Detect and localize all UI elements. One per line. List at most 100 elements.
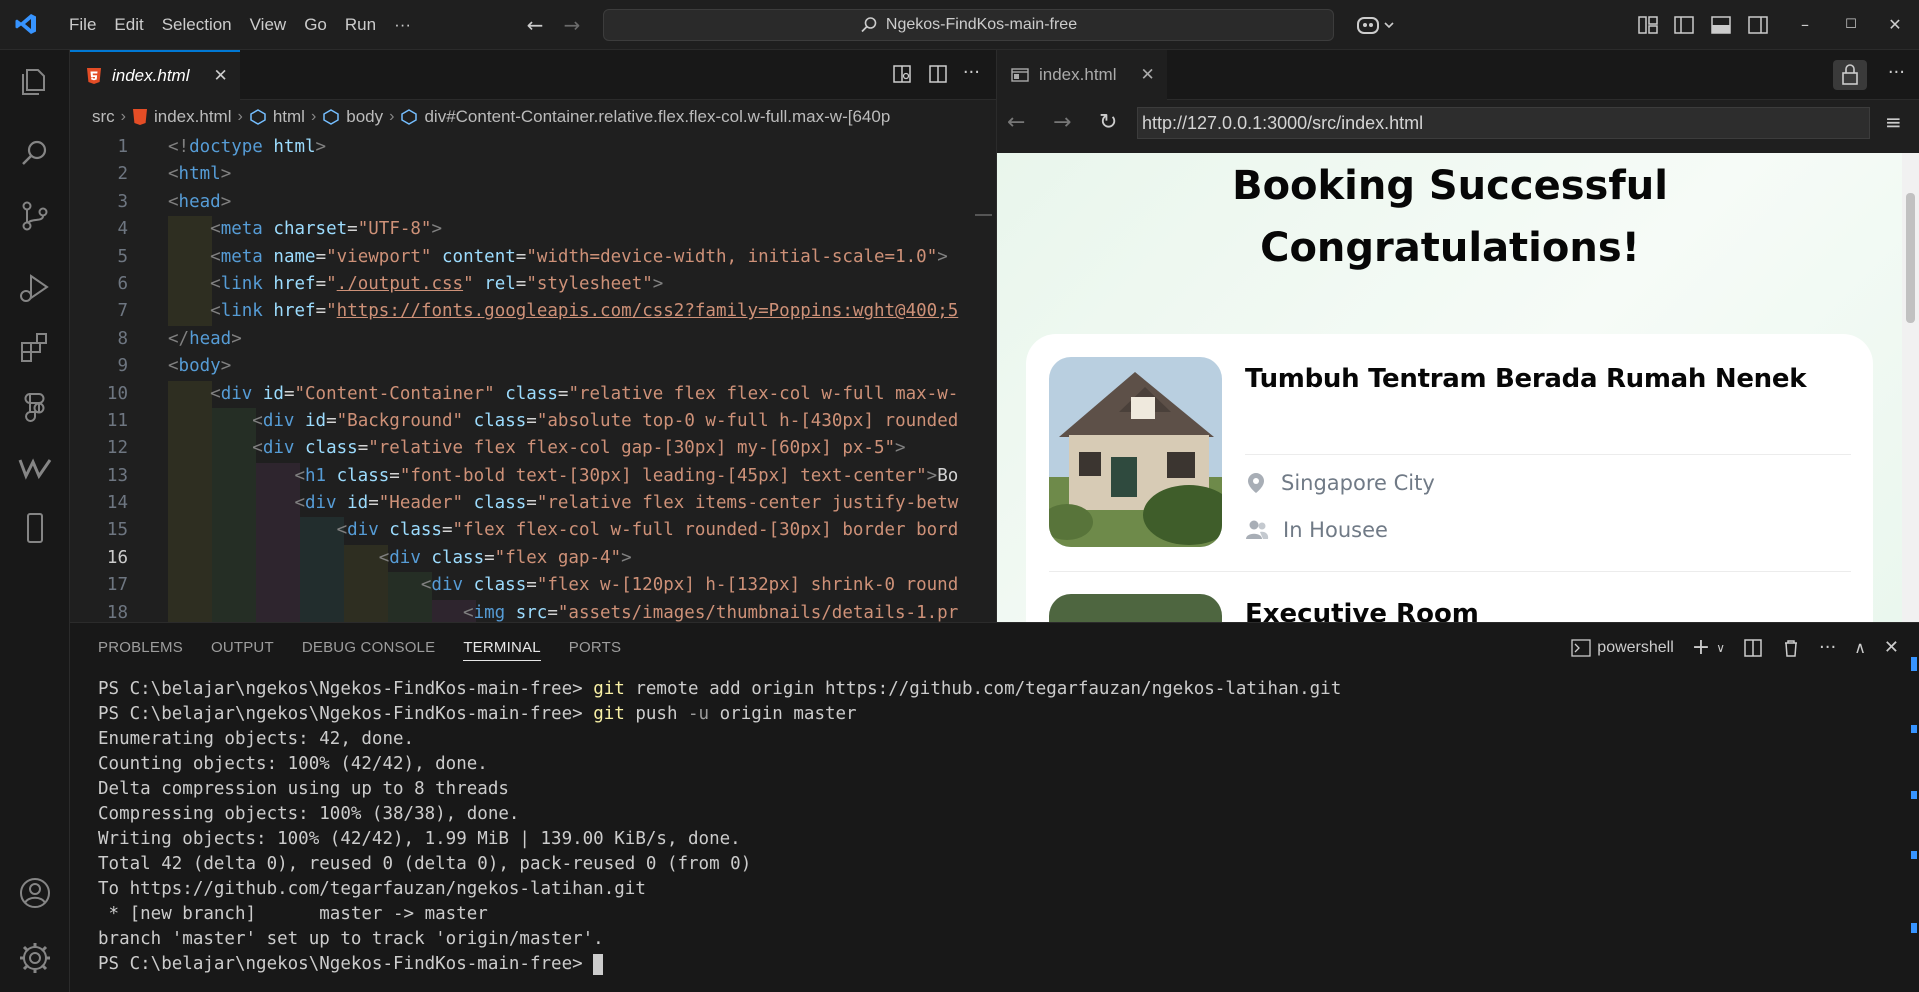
minimize-button[interactable]: – bbox=[1790, 10, 1820, 40]
code-line[interactable]: 2 <html> bbox=[70, 161, 996, 188]
room-thumbnail-image[interactable] bbox=[1049, 594, 1222, 622]
code-line[interactable]: 4 <meta charset="UTF-8"> bbox=[70, 216, 996, 244]
code-line[interactable]: 5 <meta name="viewport" content="width=d… bbox=[70, 243, 996, 271]
toggle-secondary-sidebar-icon[interactable] bbox=[1746, 13, 1770, 37]
minimap-slider[interactable] bbox=[975, 214, 992, 216]
trash-icon[interactable] bbox=[1781, 638, 1801, 658]
menu-selection[interactable]: Selection bbox=[153, 15, 241, 35]
code-text[interactable]: <link href="https://fonts.googleapis.com… bbox=[168, 298, 958, 325]
terminal-shell-selector[interactable]: powershell bbox=[1571, 639, 1674, 657]
terminal-output[interactable]: PS C:\belajar\ngekos\Ngekos-FindKos-main… bbox=[98, 677, 1341, 977]
run-debug-icon[interactable] bbox=[17, 270, 53, 306]
code-text[interactable]: <div id="Header" class="relative flex it… bbox=[168, 490, 958, 517]
breadcrumb-item-html[interactable]: html bbox=[273, 107, 305, 127]
code-text[interactable]: <img src="assets/images/thumbnails/detai… bbox=[168, 600, 958, 622]
code-text[interactable]: </head> bbox=[168, 326, 242, 353]
toggle-primary-sidebar-icon[interactable] bbox=[1672, 13, 1696, 37]
code-line[interactable]: 7 <link href="https://fonts.googleapis.c… bbox=[70, 298, 996, 326]
forward-arrow-icon[interactable]: → bbox=[1053, 110, 1071, 135]
editor-tab-index-html[interactable]: index.html ✕ bbox=[70, 50, 240, 100]
code-editor[interactable]: 1 <!doctype html> 2 <html> 3 <head> 4 <meta ch… bbox=[70, 134, 996, 622]
menu-go[interactable]: Go bbox=[295, 15, 336, 35]
preview-tab-index-html[interactable]: index.html ✕ bbox=[997, 50, 1167, 100]
maximize-button[interactable]: ☐ bbox=[1836, 10, 1866, 40]
code-line[interactable]: 6 <link href="./output.css" rel="stylesh… bbox=[70, 270, 996, 299]
code-text[interactable]: <meta name="viewport" content="width=dev… bbox=[168, 244, 948, 271]
code-line[interactable]: 12 <div class="relative flex flex-col ga… bbox=[70, 435, 996, 463]
toggle-panel-icon[interactable] bbox=[1709, 13, 1733, 37]
code-text[interactable]: <link href="./output.css" rel="styleshee… bbox=[168, 271, 663, 298]
back-arrow-icon[interactable]: ← bbox=[1007, 110, 1025, 135]
tab-output[interactable]: OUTPUT bbox=[211, 639, 274, 661]
extensions-icon[interactable] bbox=[17, 330, 53, 366]
code-line[interactable]: 3 <head> bbox=[70, 189, 996, 216]
code-line[interactable]: 18 <img src="assets/images/thumbnails/de… bbox=[70, 599, 996, 622]
menu-more[interactable]: ··· bbox=[385, 15, 420, 35]
code-text[interactable]: <body> bbox=[168, 353, 231, 380]
figma-icon[interactable] bbox=[17, 390, 53, 426]
code-text[interactable]: <div class="flex flex-col w-full rounded… bbox=[168, 517, 959, 544]
split-editor-icon[interactable] bbox=[927, 63, 949, 85]
tab-terminal[interactable]: TERMINAL bbox=[463, 639, 541, 661]
menu-run[interactable]: Run bbox=[336, 15, 385, 35]
breadcrumb-item-div[interactable]: div#Content-Container.relative.flex.flex… bbox=[424, 107, 890, 127]
code-text[interactable]: <div id="Background" class="absolute top… bbox=[168, 408, 958, 435]
preview-scrollbar[interactable] bbox=[1902, 153, 1919, 622]
url-input[interactable]: http://127.0.0.1:3000/src/index.html bbox=[1137, 107, 1870, 139]
command-center-search[interactable]: Ngekos-FindKos-main-free bbox=[603, 9, 1334, 41]
code-line[interactable]: 11 <div id="Background" class="absolute … bbox=[70, 407, 996, 436]
menu-icon[interactable]: ≡ bbox=[1885, 110, 1902, 134]
code-text[interactable]: <div class="relative flex flex-col gap-[… bbox=[168, 435, 905, 462]
maximize-panel-icon[interactable]: ∧ bbox=[1854, 638, 1866, 657]
code-line[interactable]: 1 <!doctype html> bbox=[70, 134, 996, 161]
code-line[interactable]: 17 <div class="flex w-[120px] h-[132px] … bbox=[70, 572, 996, 600]
forward-arrow-icon[interactable]: → bbox=[560, 13, 584, 37]
lock-button[interactable] bbox=[1833, 60, 1867, 90]
tab-ports[interactable]: PORTS bbox=[569, 639, 621, 661]
customize-layout-icon[interactable] bbox=[1636, 13, 1660, 37]
close-panel-icon[interactable]: ✕ bbox=[1884, 637, 1899, 658]
search-sidebar-icon[interactable] bbox=[17, 136, 53, 172]
menu-edit[interactable]: Edit bbox=[105, 15, 152, 35]
split-terminal-icon[interactable] bbox=[1743, 638, 1763, 658]
more-actions-icon[interactable]: ··· bbox=[963, 63, 980, 85]
copilot-icon[interactable] bbox=[1355, 13, 1395, 37]
code-text[interactable]: <head> bbox=[168, 189, 231, 216]
chevron-down-icon[interactable]: ∨ bbox=[1716, 641, 1725, 655]
new-terminal-icon[interactable]: + bbox=[1692, 635, 1710, 660]
scrollbar-thumb[interactable] bbox=[1906, 193, 1915, 323]
breadcrumb-item-src[interactable]: src bbox=[92, 107, 115, 127]
breadcrumb-item-body[interactable]: body bbox=[346, 107, 383, 127]
code-line[interactable]: 13 <h1 class="font-bold text-[30px] lead… bbox=[70, 462, 996, 491]
more-actions-icon[interactable]: ··· bbox=[1888, 62, 1905, 83]
code-line[interactable]: 15 <div class="flex flex-col w-full roun… bbox=[70, 517, 996, 545]
close-tab-icon[interactable]: ✕ bbox=[1140, 65, 1154, 85]
settings-gear-icon[interactable] bbox=[17, 940, 53, 976]
code-line[interactable]: 16 <div class="flex gap-4"> bbox=[70, 544, 996, 573]
code-line[interactable]: 14 <div id="Header" class="relative flex… bbox=[70, 490, 996, 518]
breadcrumb-item-file[interactable]: index.html bbox=[154, 107, 231, 127]
code-text[interactable]: <html> bbox=[168, 161, 231, 188]
code-text[interactable]: <div class="flex gap-4"> bbox=[168, 545, 632, 572]
menu-file[interactable]: File bbox=[60, 15, 105, 35]
room-thumbnail-image[interactable] bbox=[1049, 357, 1222, 547]
code-line[interactable]: 9 <body> bbox=[70, 353, 996, 380]
code-line[interactable]: 8 </head> bbox=[70, 326, 996, 353]
device-preview-icon[interactable] bbox=[17, 510, 53, 546]
code-text[interactable]: <div id="Content-Container" class="relat… bbox=[168, 381, 958, 408]
code-text[interactable]: <div class="flex w-[120px] h-[132px] shr… bbox=[168, 572, 958, 599]
open-preview-icon[interactable] bbox=[891, 63, 913, 85]
reload-icon[interactable]: ↻ bbox=[1099, 110, 1117, 135]
explorer-icon[interactable] bbox=[17, 64, 53, 100]
vscode-logo-icon[interactable] bbox=[14, 12, 38, 36]
menu-view[interactable]: View bbox=[241, 15, 296, 35]
back-arrow-icon[interactable]: ← bbox=[523, 13, 547, 37]
close-window-button[interactable]: ✕ bbox=[1880, 10, 1910, 40]
code-text[interactable]: <h1 class="font-bold text-[30px] leading… bbox=[168, 463, 958, 490]
close-tab-icon[interactable]: ✕ bbox=[213, 66, 227, 86]
source-control-icon[interactable] bbox=[17, 198, 53, 234]
code-line[interactable]: 10 <div id="Content-Container" class="re… bbox=[70, 380, 996, 408]
more-actions-icon[interactable]: ··· bbox=[1819, 637, 1836, 658]
windsurf-icon[interactable] bbox=[17, 450, 53, 486]
tab-debug-console[interactable]: DEBUG CONSOLE bbox=[302, 639, 435, 661]
